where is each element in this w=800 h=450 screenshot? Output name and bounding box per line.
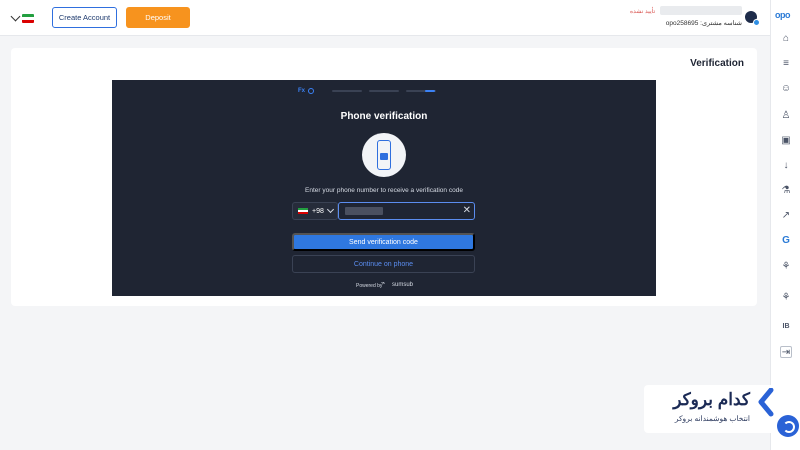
chat-support-button[interactable] [777,415,799,437]
powered-by-label: Powered by [356,283,383,289]
wallet-icon[interactable]: ▣ [780,135,792,147]
home-icon[interactable]: ⌂ [780,33,792,45]
network-icon[interactable]: ⚘ [780,292,792,304]
sumsub-logo-icon: ⌁ [381,280,386,287]
continue-on-phone-button[interactable]: Continue on phone [292,255,475,273]
avatar[interactable] [745,11,760,26]
language-selector[interactable] [10,9,42,27]
watermark-title: کدام بروکر [673,390,750,409]
flask-icon[interactable]: ⚗ [780,185,792,197]
iran-flag-icon [22,13,34,23]
phone-number-input[interactable]: ✕ [338,202,475,220]
top-bar: Create Account Deposit تأیید نشده شناسه … [0,0,770,36]
logout-icon[interactable]: ⇥ [780,346,792,358]
step-indicator-active [425,90,435,92]
brand-logo[interactable]: opo [775,10,791,20]
filter-icon[interactable]: ≡ [780,58,792,70]
phone-number-redacted [345,207,383,215]
country-code: +98 [312,207,324,215]
chart-icon[interactable]: ↗ [780,210,792,222]
iran-flag-icon [298,207,308,215]
phone-instruction: Enter your phone number to receive a ver… [305,187,463,194]
kodam-broker-logo-icon [758,388,774,417]
chevron-down-icon [10,11,21,22]
country-code-select[interactable]: +98 [292,202,338,220]
sumsub-logo: sumsub [392,282,414,288]
account-status-badge: تأیید نشده [630,9,656,15]
step-indicator [332,90,362,92]
partners-icon[interactable]: ⚘ [780,261,792,273]
account-name-redacted [660,6,742,15]
step-indicator [369,90,399,92]
clear-icon[interactable]: ✕ [463,204,471,218]
account-id: شناسه مشتری: opo258695 [665,20,742,27]
page-title: Verification [690,58,744,69]
download-icon[interactable]: ↓ [780,160,792,172]
fx-brand: Fx [298,88,306,94]
globe-icon[interactable] [308,88,314,94]
sidebar: opo ⌂ ≡ ☺ ♙ ▣ ↓ ⚗ ↗ G ⚘ ⚘ IB ⇥ [770,0,800,450]
brand-icon[interactable]: G [780,235,792,247]
users-icon[interactable]: ☺ [780,83,792,95]
chevron-down-icon [326,205,334,214]
ib-icon[interactable]: IB [780,321,792,333]
create-account-button[interactable]: Create Account [52,7,117,28]
lock-icon [380,153,388,160]
user-icon[interactable]: ♙ [780,110,792,122]
send-verification-code-button[interactable]: Send verification code [292,233,475,251]
verification-panel: Fx Phone verification Enter your phone n… [112,80,656,296]
phone-verification-title: Phone verification [340,111,428,122]
deposit-button[interactable]: Deposit [126,7,190,28]
watermark-subtitle: انتخاب هوشمندانه بروکر [674,414,750,423]
